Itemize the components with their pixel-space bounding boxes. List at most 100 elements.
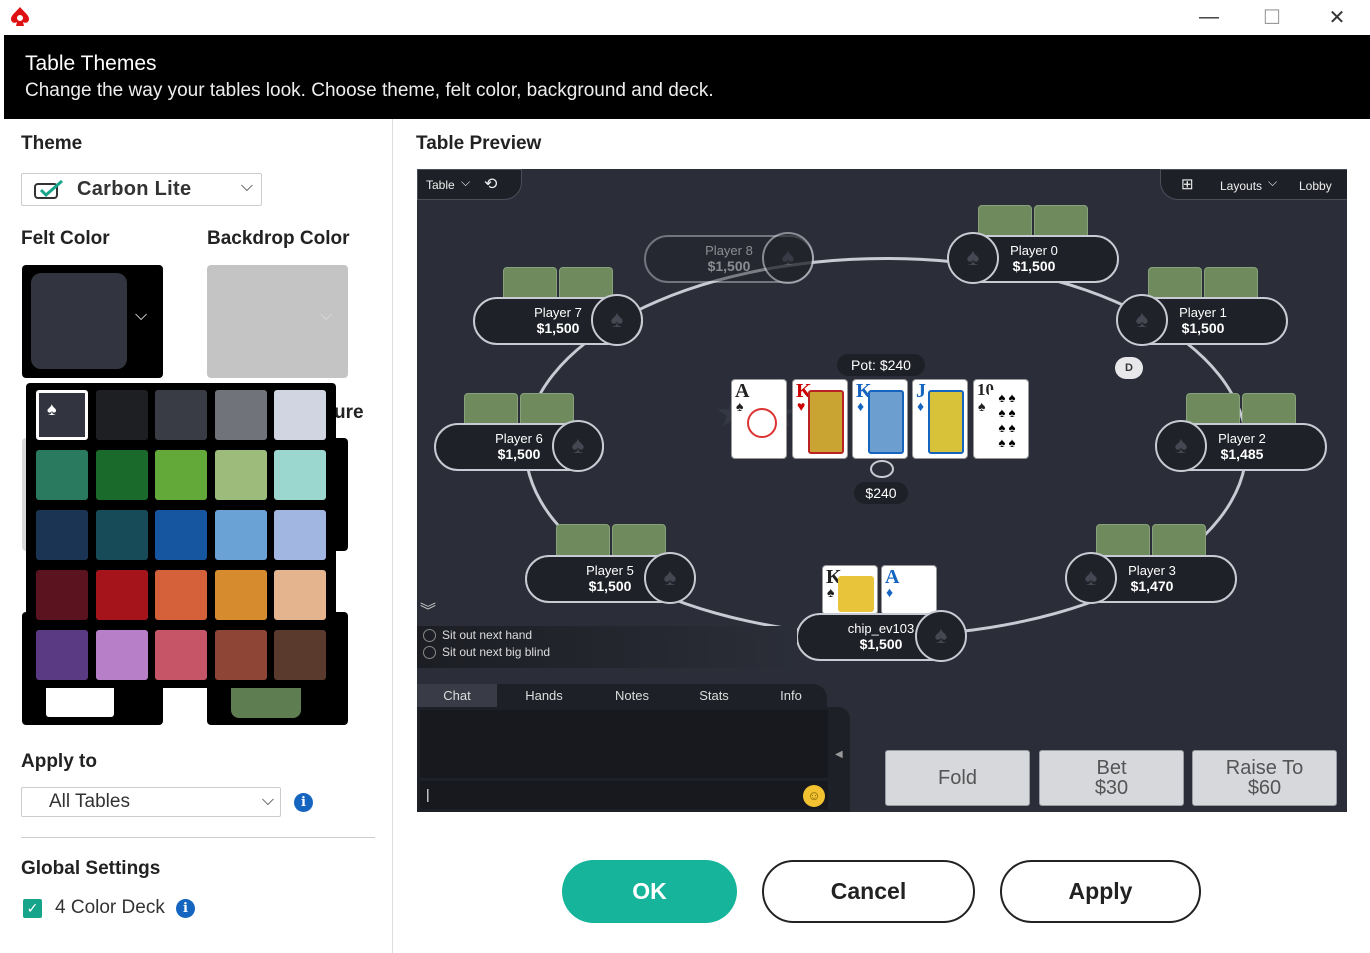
apply-button[interactable]: Apply — [1000, 860, 1201, 923]
card-back — [464, 393, 518, 425]
felt-color-option[interactable] — [274, 450, 326, 500]
felt-color-option[interactable] — [214, 510, 267, 560]
tab-chat[interactable]: Chat — [417, 684, 497, 707]
felt-color-option[interactable] — [274, 570, 326, 620]
felt-color-option[interactable] — [155, 450, 207, 500]
card-suit: ♠ — [827, 586, 835, 601]
felt-color-option[interactable] — [36, 450, 88, 500]
fold-button[interactable]: Fold — [885, 750, 1030, 806]
felt-color-option[interactable] — [95, 630, 148, 680]
close-button[interactable]: ✕ — [1317, 3, 1357, 31]
felt-color-option[interactable] — [274, 510, 326, 560]
sit-out-blind-radio[interactable] — [423, 646, 436, 659]
chat-panel: ◀ | ☺ — [417, 707, 850, 812]
chevron-down-icon: ⌵ — [461, 175, 471, 189]
rotate-icon[interactable]: ⟲ — [484, 174, 497, 194]
tab-hands[interactable]: Hands — [504, 684, 584, 707]
card-suit: ♦ — [917, 400, 925, 415]
tab-info[interactable]: Info — [751, 684, 831, 707]
felt-color-dropdown[interactable]: ⌵ — [22, 265, 163, 378]
hole-card: K ♠ — [822, 565, 878, 615]
felt-color-option[interactable] — [274, 630, 326, 680]
apply-to-select[interactable]: All Tables ⌵ — [21, 787, 281, 817]
felt-color-option[interactable] — [155, 630, 207, 680]
felt-color-option[interactable] — [95, 390, 148, 440]
avatar: ♠ — [1065, 552, 1117, 604]
card-face — [868, 390, 904, 454]
minimize-button[interactable]: — — [1189, 3, 1229, 31]
ok-button[interactable]: OK — [562, 860, 737, 923]
tab-notes[interactable]: Notes — [592, 684, 672, 707]
layouts-menu[interactable]: Layouts — [1220, 179, 1262, 193]
backdrop-color-label: Backdrop Color — [207, 228, 350, 249]
avatar: ♠ — [591, 294, 643, 346]
card-back — [1096, 524, 1150, 556]
felt-color-option[interactable] — [274, 390, 326, 440]
backdrop-color-dropdown[interactable]: ⌵ — [207, 265, 348, 378]
card-back — [1152, 524, 1206, 556]
emoji-icon[interactable]: ☺ — [803, 785, 825, 807]
dialog-title: Table Themes — [25, 52, 157, 75]
dialog-header: Table Themes Change the way your tables … — [4, 35, 1370, 119]
felt-color-option[interactable] — [95, 450, 148, 500]
felt-color-option[interactable] — [95, 570, 148, 620]
apply-to-value: All Tables — [49, 791, 130, 812]
global-settings-label: Global Settings — [21, 858, 161, 879]
chevron-down-icon: ⌵ — [1268, 175, 1278, 189]
raise-button[interactable]: Raise To $60 — [1192, 750, 1337, 806]
pokerstars-logo-icon — [11, 7, 29, 26]
avatar: ♠ — [947, 232, 999, 284]
sit-out-hand-label: Sit out next hand — [442, 628, 533, 642]
bet-amount: $240 — [854, 482, 908, 504]
theme-select[interactable]: Carbon Lite ⌵ — [21, 173, 262, 206]
four-color-label: 4 Color Deck — [55, 897, 165, 918]
table-menu[interactable]: Table — [426, 178, 455, 192]
bet-button[interactable]: Bet $30 — [1039, 750, 1184, 806]
felt-color-swatch — [31, 273, 127, 369]
info-icon[interactable]: i — [176, 899, 195, 918]
felt-color-option[interactable]: ♠ — [36, 390, 88, 440]
felt-color-option[interactable] — [155, 390, 207, 440]
four-color-checkbox[interactable]: ✓ — [23, 899, 42, 918]
felt-color-option[interactable] — [214, 450, 267, 500]
felt-color-option[interactable] — [36, 570, 88, 620]
felt-color-option[interactable] — [214, 570, 267, 620]
felt-color-option[interactable] — [36, 630, 88, 680]
scroll-arrow-icon[interactable]: ◀ — [835, 749, 843, 760]
avatar: ♠ — [1155, 420, 1207, 472]
tab-stats[interactable]: Stats — [674, 684, 754, 707]
card-suit: ♠ — [978, 400, 986, 415]
felt-color-option[interactable] — [36, 510, 88, 560]
sit-out-blind-label: Sit out next big blind — [442, 645, 551, 659]
chat-input[interactable]: | — [420, 781, 828, 809]
lobby-button[interactable]: Lobby — [1299, 179, 1332, 193]
felt-color-option[interactable] — [155, 570, 207, 620]
felt-color-option[interactable] — [95, 510, 148, 560]
bet-label: Bet — [1096, 757, 1127, 779]
felt-color-option[interactable] — [155, 510, 207, 560]
card-back — [559, 267, 613, 299]
apply-to-label: Apply to — [21, 751, 97, 772]
info-icon[interactable]: i — [294, 793, 313, 812]
felt-color-option[interactable] — [214, 390, 267, 440]
table-icon[interactable]: ⊞ — [1181, 175, 1194, 193]
card-face — [928, 390, 964, 454]
fold-label: Fold — [938, 767, 977, 789]
card-back — [1242, 393, 1296, 425]
card-face — [747, 408, 777, 438]
collapse-icon[interactable]: ︾ — [420, 597, 436, 621]
maximize-button[interactable]: ☐ — [1252, 3, 1292, 31]
chip-icon — [870, 460, 894, 478]
lobby-bar: ⊞ Layouts ⌵ Lobby — [1160, 169, 1347, 200]
cancel-button[interactable]: Cancel — [762, 860, 975, 923]
chevron-down-icon: ⌵ — [261, 792, 274, 809]
card-face — [838, 576, 874, 612]
felt-color-option[interactable] — [214, 630, 267, 680]
card-pips: ♠ ♠ ♠ ♠ ♠ ♠ ♠ ♠ — [989, 390, 1025, 454]
card-back — [978, 205, 1032, 237]
sit-out-hand-radio[interactable] — [423, 629, 436, 642]
pot-label: Pot: $240 — [837, 354, 925, 376]
card-suit: ♥ — [797, 400, 806, 415]
avatar: ♠ — [762, 232, 814, 284]
hole-card: A ♦ — [881, 565, 937, 615]
